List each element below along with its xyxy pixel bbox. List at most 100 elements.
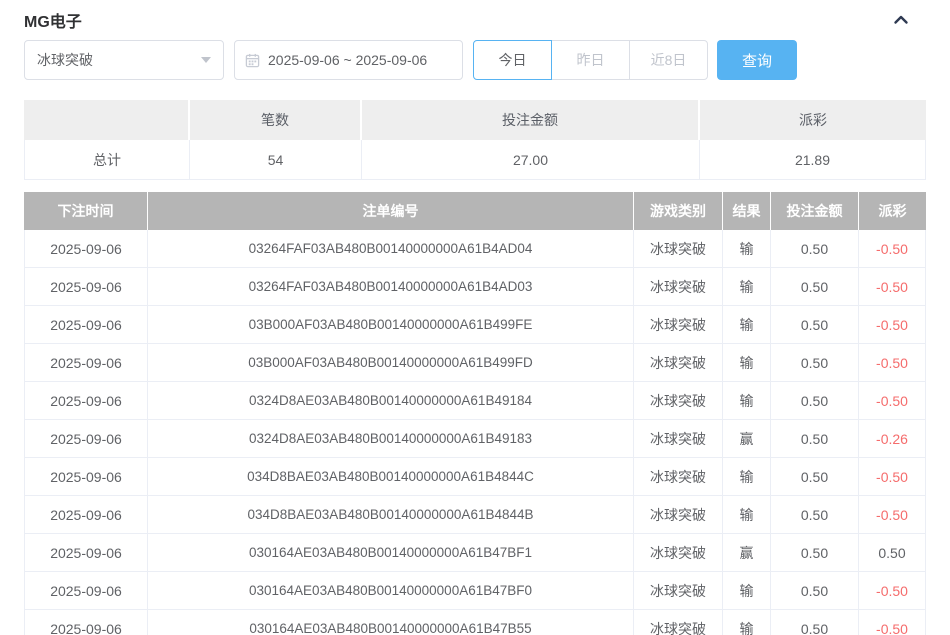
result-cell: 输 [723, 496, 771, 534]
game-type-cell: 冰球突破 [634, 610, 723, 635]
bet-id-cell: 030164AE03AB480B00140000000A61B47BF0 [148, 572, 634, 610]
result-cell: 输 [723, 344, 771, 382]
table-row: 2025-09-0603264FAF03AB480B00140000000A61… [24, 268, 926, 306]
game-type-cell: 冰球突破 [634, 230, 723, 268]
summary-total-row: 总计 54 27.00 21.89 [24, 140, 926, 180]
bet-time-cell: 2025-09-06 [24, 610, 148, 635]
table-row: 2025-09-06030164AE03AB480B00140000000A61… [24, 572, 926, 610]
result-cell: 输 [723, 572, 771, 610]
bet-id-cell: 030164AE03AB480B00140000000A61B47BF1 [148, 534, 634, 572]
payout-cell: -0.50 [859, 268, 926, 306]
bet-amount-cell: 0.50 [771, 496, 859, 534]
bet-time-cell: 2025-09-06 [24, 420, 148, 458]
quick-range-today-button[interactable]: 今日 [473, 40, 552, 80]
summary-total-bet-amount: 27.00 [362, 140, 700, 180]
table-row: 2025-09-0603B000AF03AB480B00140000000A61… [24, 306, 926, 344]
bet-amount-cell: 0.50 [771, 610, 859, 635]
payout-cell: -0.50 [859, 496, 926, 534]
bet-time-cell: 2025-09-06 [24, 344, 148, 382]
bet-time-cell: 2025-09-06 [24, 572, 148, 610]
bet-amount-cell: 0.50 [771, 572, 859, 610]
game-type-cell: 冰球突破 [634, 420, 723, 458]
bet-id-cell: 03264FAF03AB480B00140000000A61B4AD04 [148, 230, 634, 268]
bet-id-cell: 03264FAF03AB480B00140000000A61B4AD03 [148, 268, 634, 306]
date-range-value: 2025-09-06 ~ 2025-09-06 [268, 52, 427, 68]
summary-total-payout: 21.89 [700, 140, 926, 180]
col-header-bet-id: 注单编号 [148, 192, 634, 230]
summary-total-label: 总计 [24, 140, 190, 180]
payout-cell: 0.50 [859, 534, 926, 572]
bet-table-header-row: 下注时间 注单编号 游戏类别 结果 投注金额 派彩 [24, 192, 926, 230]
game-type-cell: 冰球突破 [634, 306, 723, 344]
bet-time-cell: 2025-09-06 [24, 496, 148, 534]
bet-id-cell: 03B000AF03AB480B00140000000A61B499FE [148, 306, 634, 344]
table-row: 2025-09-06034D8BAE03AB480B00140000000A61… [24, 458, 926, 496]
payout-cell: -0.50 [859, 610, 926, 635]
summary-header-blank [24, 100, 190, 140]
bet-amount-cell: 0.50 [771, 344, 859, 382]
payout-cell: -0.50 [859, 382, 926, 420]
bet-amount-cell: 0.50 [771, 306, 859, 344]
result-cell: 赢 [723, 420, 771, 458]
date-range-picker[interactable]: 2025-09-06 ~ 2025-09-06 [234, 40, 463, 80]
payout-cell: -0.50 [859, 572, 926, 610]
result-cell: 赢 [723, 534, 771, 572]
bet-time-cell: 2025-09-06 [24, 534, 148, 572]
summary-header-count: 笔数 [190, 100, 362, 140]
bet-id-cell: 030164AE03AB480B00140000000A61B47B55 [148, 610, 634, 635]
bet-id-cell: 034D8BAE03AB480B00140000000A61B4844B [148, 496, 634, 534]
game-type-cell: 冰球突破 [634, 572, 723, 610]
result-cell: 输 [723, 230, 771, 268]
quick-range-group: 今日 昨日 近8日 [473, 40, 708, 80]
summary-total-count: 54 [190, 140, 362, 180]
bet-table: 下注时间 注单编号 游戏类别 结果 投注金额 派彩 2025-09-060326… [24, 192, 926, 635]
table-row: 2025-09-060324D8AE03AB480B00140000000A61… [24, 420, 926, 458]
bet-time-cell: 2025-09-06 [24, 382, 148, 420]
bet-amount-cell: 0.50 [771, 458, 859, 496]
table-row: 2025-09-06034D8BAE03AB480B00140000000A61… [24, 496, 926, 534]
bet-id-cell: 034D8BAE03AB480B00140000000A61B4844C [148, 458, 634, 496]
result-cell: 输 [723, 382, 771, 420]
payout-cell: -0.26 [859, 420, 926, 458]
col-header-result: 结果 [723, 192, 771, 230]
table-row: 2025-09-0603264FAF03AB480B00140000000A61… [24, 230, 926, 268]
table-row: 2025-09-06030164AE03AB480B00140000000A61… [24, 534, 926, 572]
collapse-button[interactable] [890, 9, 912, 31]
bet-id-cell: 0324D8AE03AB480B00140000000A61B49183 [148, 420, 634, 458]
chevron-up-icon [893, 12, 909, 28]
bet-id-cell: 0324D8AE03AB480B00140000000A61B49184 [148, 382, 634, 420]
col-header-payout: 派彩 [859, 192, 926, 230]
bet-time-cell: 2025-09-06 [24, 230, 148, 268]
col-header-bet-amount: 投注金额 [771, 192, 859, 230]
game-type-cell: 冰球突破 [634, 268, 723, 306]
game-select[interactable]: 冰球突破 [24, 40, 224, 80]
bet-amount-cell: 0.50 [771, 268, 859, 306]
filter-bar: 冰球突破 2025-09-06 ~ 2025-09-06 今日 昨日 近8日 查… [24, 40, 926, 80]
query-button[interactable]: 查询 [717, 40, 797, 80]
game-select-value: 冰球突破 [37, 50, 93, 70]
payout-cell: -0.50 [859, 344, 926, 382]
payout-cell: -0.50 [859, 230, 926, 268]
bet-time-cell: 2025-09-06 [24, 458, 148, 496]
result-cell: 输 [723, 306, 771, 344]
summary-header-bet-amount: 投注金额 [362, 100, 700, 140]
payout-cell: -0.50 [859, 458, 926, 496]
col-header-game-type: 游戏类别 [634, 192, 723, 230]
result-cell: 输 [723, 458, 771, 496]
bet-time-cell: 2025-09-06 [24, 268, 148, 306]
bet-amount-cell: 0.50 [771, 420, 859, 458]
calendar-icon [245, 53, 260, 68]
payout-cell: -0.50 [859, 306, 926, 344]
bet-table-body: 2025-09-0603264FAF03AB480B00140000000A61… [24, 230, 926, 635]
page-title: MG电子 [24, 8, 82, 32]
summary-header-row: 笔数 投注金额 派彩 [24, 100, 926, 140]
quick-range-yesterday-button[interactable]: 昨日 [551, 40, 630, 80]
panel-header: MG电子 [24, 0, 926, 30]
quick-range-last8days-button[interactable]: 近8日 [629, 40, 708, 80]
game-type-cell: 冰球突破 [634, 496, 723, 534]
bet-id-cell: 03B000AF03AB480B00140000000A61B499FD [148, 344, 634, 382]
summary-header-payout: 派彩 [700, 100, 926, 140]
bet-amount-cell: 0.50 [771, 382, 859, 420]
table-row: 2025-09-060324D8AE03AB480B00140000000A61… [24, 382, 926, 420]
mg-panel: MG电子 冰球突破 2025-09-06 ~ 2025-09-06 今日 昨日 … [0, 0, 950, 635]
